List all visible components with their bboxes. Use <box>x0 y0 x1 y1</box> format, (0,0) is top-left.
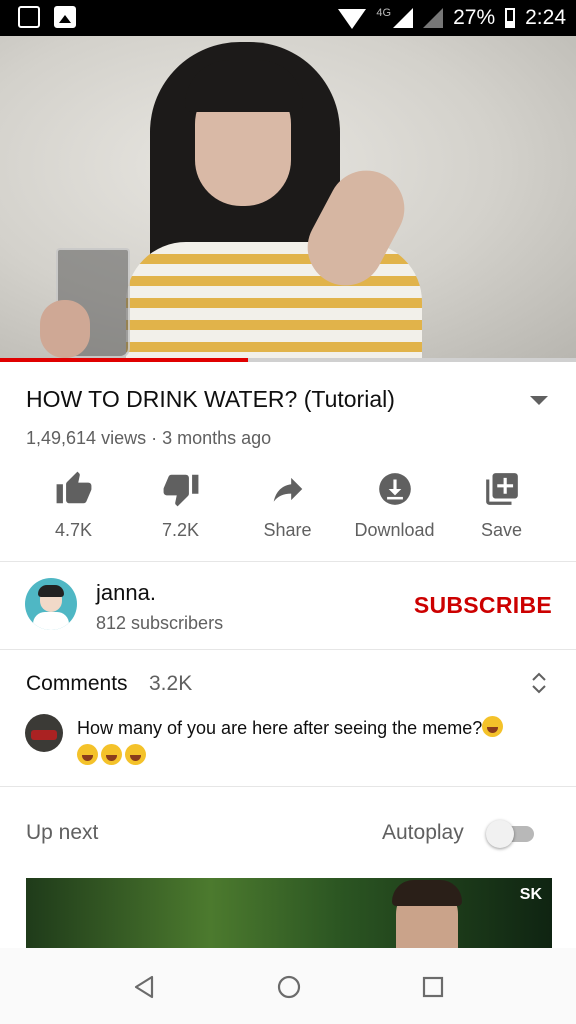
next-video-thumbnail[interactable]: SK <box>26 878 552 948</box>
battery-percent: 27% <box>453 6 496 29</box>
like-count: 4.7K <box>54 520 93 540</box>
expand-description-icon[interactable] <box>530 396 548 405</box>
thumbnail-logo-badge: SK <box>519 886 542 903</box>
save-label: Save <box>480 520 523 540</box>
android-nav-bar <box>0 948 576 1024</box>
video-glass-hand <box>40 300 90 358</box>
subscriber-count: 812 subscribers <box>96 613 224 633</box>
recents-icon[interactable] <box>418 972 448 1002</box>
autoplay-toggle[interactable] <box>486 820 534 848</box>
laughing-emoji-icon <box>77 744 98 765</box>
laughing-emoji-icon <box>125 744 146 765</box>
image-notification-icon <box>54 6 76 28</box>
battery-icon <box>505 8 516 28</box>
commenter-avatar[interactable] <box>25 714 63 752</box>
action-row: 4.7K 7.2K Share Download Save <box>20 470 556 541</box>
divider <box>0 649 576 650</box>
thumbs-up-icon <box>56 471 91 504</box>
dislike-count: 7.2K <box>161 520 200 540</box>
share-icon <box>273 477 302 502</box>
divider <box>0 561 576 562</box>
commenter-avatar-detail <box>31 730 57 740</box>
avatar-hair <box>38 585 64 597</box>
channel-name[interactable]: janna. <box>96 580 156 606</box>
network-type: 4G <box>376 7 392 19</box>
top-comment-text: How many of you are here after seeing th… <box>77 718 483 738</box>
clock: 2:24 <box>525 6 566 29</box>
save-playlist-icon <box>485 473 518 505</box>
video-progress-bar[interactable] <box>0 358 576 362</box>
thumbnail-person-hair <box>392 880 462 906</box>
channel-avatar[interactable] <box>25 578 77 630</box>
dislike-button[interactable]: 7.2K <box>127 470 234 541</box>
video-title: HOW TO DRINK WATER? (Tutorial) <box>26 386 395 412</box>
signal-icon <box>393 8 414 28</box>
share-button[interactable]: Share <box>234 470 341 541</box>
laughing-emoji-icon <box>482 716 504 737</box>
toggle-knob <box>486 820 514 848</box>
signal-empty-icon <box>423 8 444 28</box>
save-button[interactable]: Save <box>448 470 555 541</box>
cast-screen-icon <box>18 6 40 28</box>
video-meta: 1,49,614 views · 3 months ago <box>26 428 272 448</box>
avatar-body <box>33 612 69 630</box>
subscribe-button[interactable]: SUBSCRIBE <box>414 592 552 619</box>
comments-title[interactable]: Comments <box>26 672 128 696</box>
share-label: Share <box>263 520 312 540</box>
expand-collapse-icon[interactable] <box>530 668 548 698</box>
top-comment[interactable]: How many of you are here after seeing th… <box>77 714 547 770</box>
like-button[interactable]: 4.7K <box>20 470 127 541</box>
download-label: Download <box>354 520 435 540</box>
video-progress-fill <box>0 358 248 362</box>
thumbs-down-icon <box>163 474 198 507</box>
laughing-emoji-icon <box>101 744 122 765</box>
up-next-label: Up next <box>26 821 99 844</box>
status-bar: 4G 27% 2:24 <box>0 0 576 36</box>
video-player[interactable] <box>0 36 576 358</box>
back-icon[interactable] <box>130 972 160 1002</box>
home-icon[interactable] <box>274 972 304 1002</box>
download-icon <box>378 473 411 505</box>
comments-count: 3.2K <box>149 672 193 695</box>
divider <box>0 786 576 787</box>
wifi-icon <box>338 9 367 29</box>
download-button[interactable]: Download <box>341 470 448 541</box>
autoplay-label: Autoplay <box>382 821 464 844</box>
